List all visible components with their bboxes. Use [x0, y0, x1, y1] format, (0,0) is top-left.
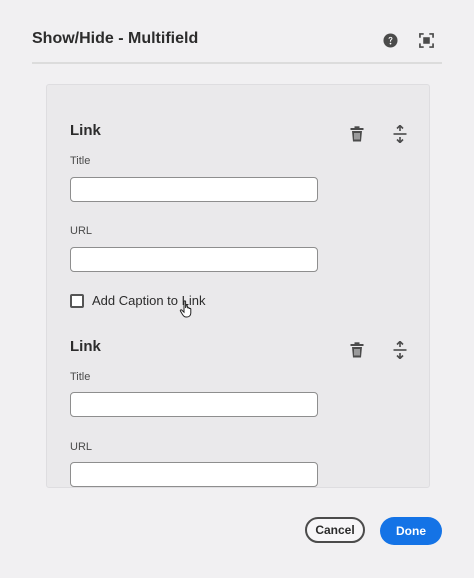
cancel-button[interactable]: Cancel: [305, 517, 365, 543]
reorder-icon[interactable]: [391, 125, 409, 143]
trash-icon[interactable]: [348, 341, 366, 359]
title-label: Title: [70, 371, 91, 383]
url-input[interactable]: [70, 247, 318, 272]
help-icon[interactable]: [382, 32, 398, 48]
multifield-item: Link Title URL: [47, 301, 429, 487]
url-input[interactable]: [70, 462, 318, 487]
trash-icon[interactable]: [348, 125, 366, 143]
multifield-item: Link Title URL Add Caption to Link: [47, 85, 429, 318]
dialog-title: Show/Hide - Multifield: [32, 30, 199, 47]
dialog-header: Show/Hide - Multifield: [32, 0, 442, 64]
item-heading: Link: [70, 122, 101, 139]
title-label: Title: [70, 155, 91, 167]
item-heading: Link: [70, 338, 101, 355]
title-input[interactable]: [70, 177, 318, 202]
title-input[interactable]: [70, 392, 318, 417]
multifield-panel[interactable]: Link Title URL Add Caption to Link Link …: [46, 84, 430, 488]
fullscreen-icon[interactable]: [418, 32, 434, 48]
url-label: URL: [70, 441, 93, 453]
reorder-icon[interactable]: [391, 341, 409, 359]
done-button[interactable]: Done: [380, 517, 442, 545]
url-label: URL: [70, 225, 93, 237]
